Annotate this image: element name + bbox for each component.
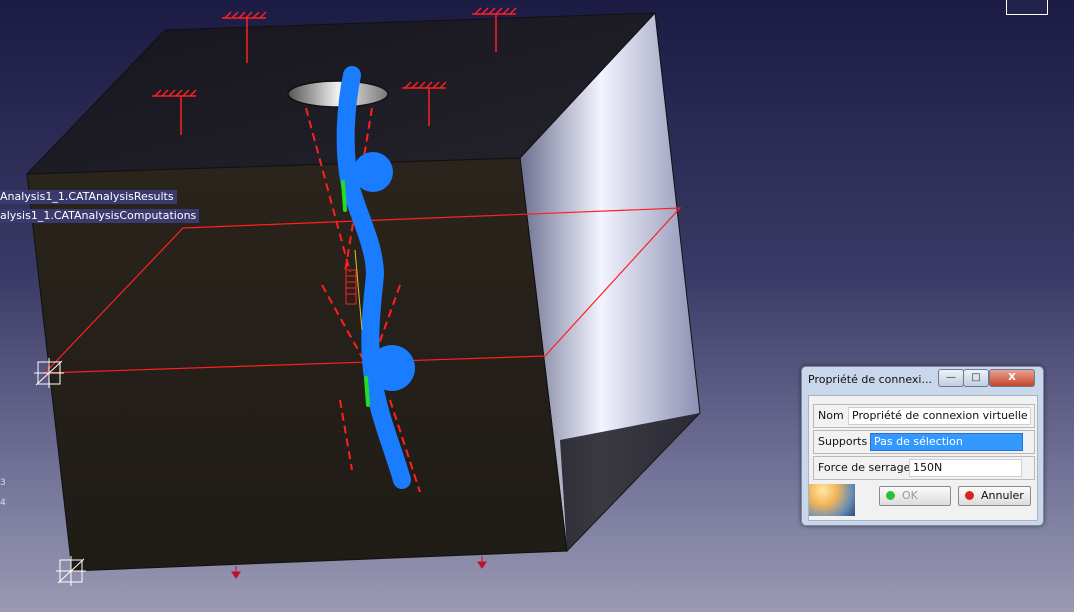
nom-label: Nom (818, 409, 844, 422)
dialog-title: Propriété de connexi... (808, 373, 932, 386)
ok-button[interactable]: OK (879, 486, 951, 506)
compass-widget[interactable] (1006, 0, 1048, 15)
catia-logo (809, 484, 855, 516)
axis-triad-icon (56, 556, 86, 586)
force-field[interactable]: 150N (909, 459, 1022, 477)
tree-item-computations[interactable]: alysis1_1.CATAnalysisComputations (0, 209, 200, 223)
window-maximize-icon[interactable]: □ (963, 369, 989, 387)
force-row: Force de serrage 150N (813, 456, 1035, 480)
ok-button-label: OK (902, 489, 918, 502)
axis-triad-icon (34, 358, 64, 388)
window-minimize-icon[interactable]: — (938, 369, 964, 387)
cancel-dot-icon (965, 491, 974, 500)
edge-number: 3 (0, 478, 6, 488)
supports-label: Supports (818, 435, 868, 448)
force-label: Force de serrage (818, 461, 911, 474)
bolt-hole (287, 80, 389, 108)
cancel-button-label: Annuler (981, 489, 1024, 502)
supports-row: Supports Pas de sélection (813, 430, 1035, 454)
supports-field[interactable]: Pas de sélection (870, 433, 1023, 451)
nom-field[interactable]: Propriété de connexion virtuelle (848, 407, 1031, 425)
edge-number: 4 (0, 498, 6, 508)
cancel-button[interactable]: Annuler (958, 486, 1031, 506)
virtual-connection-dialog: Propriété de connexi... — □ X Nom Propri… (801, 366, 1044, 526)
window-close-icon[interactable]: X (989, 369, 1035, 387)
dialog-panel: Nom Propriété de connexion virtuelle Sup… (808, 395, 1038, 521)
dialog-titlebar[interactable]: Propriété de connexi... — □ X (802, 367, 1043, 393)
nom-row: Nom Propriété de connexion virtuelle (813, 404, 1035, 428)
ok-dot-icon (886, 491, 895, 500)
tree-item-results[interactable]: Analysis1_1.CATAnalysisResults (0, 190, 177, 204)
